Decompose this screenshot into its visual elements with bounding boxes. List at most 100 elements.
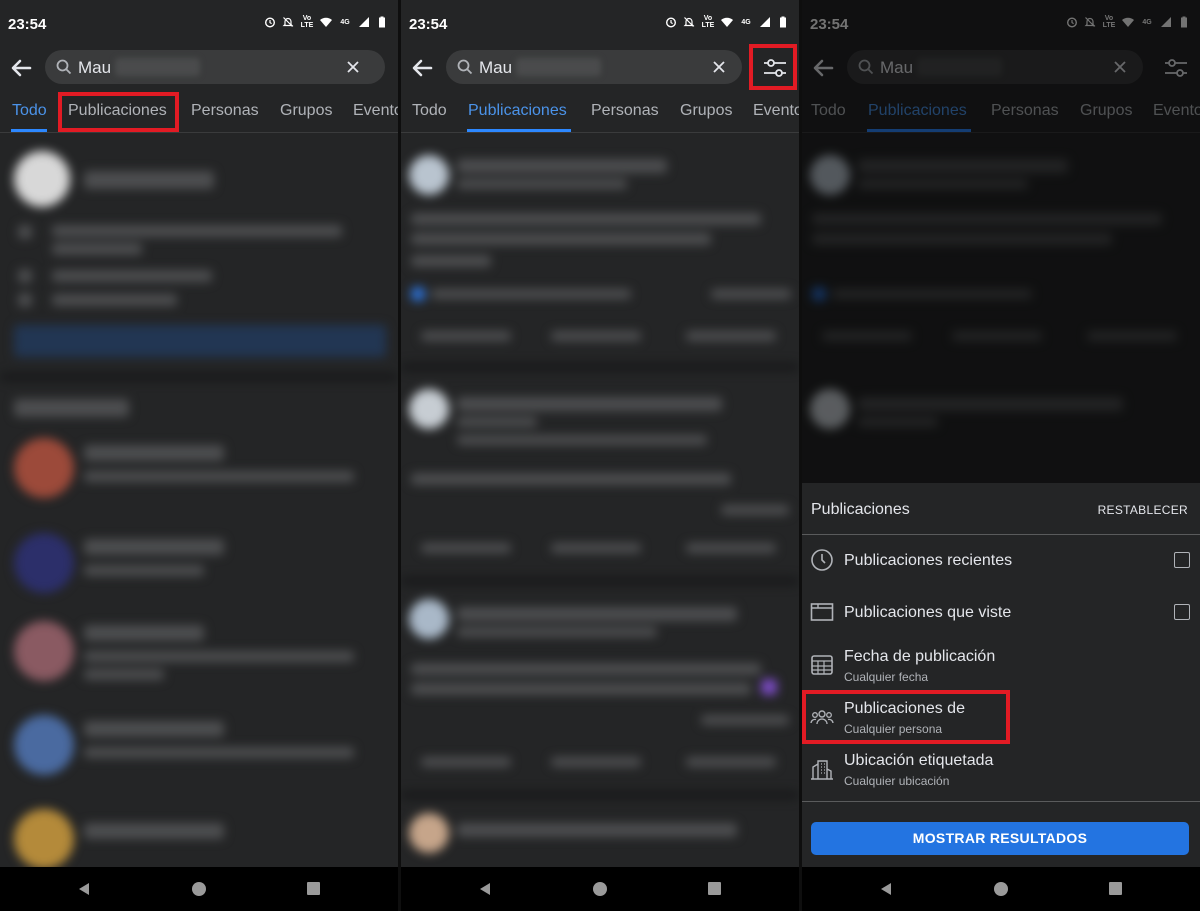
blurred-action	[686, 331, 776, 341]
tab-eventos[interactable]: Evento	[753, 102, 799, 120]
search-tabs: Todo Publicaciones Personas Grupos Event…	[401, 94, 799, 132]
sheet-scrim[interactable]	[802, 0, 1200, 483]
highlight-publicaciones-tab	[58, 92, 179, 132]
option-label: Fecha de publicación	[844, 648, 996, 665]
option-post-date[interactable]: Fecha de publicación Cualquier fecha	[802, 639, 1200, 689]
search-icon	[457, 59, 473, 75]
back-arrow-icon[interactable]	[8, 54, 36, 82]
clock-icon	[811, 549, 833, 571]
blurred-name	[84, 539, 224, 555]
tab-grupos[interactable]: Grupos	[280, 102, 332, 120]
reset-filters-button[interactable]: RESTABLECER	[1098, 503, 1188, 517]
blurred-row	[52, 225, 342, 237]
nav-back-icon[interactable]	[879, 882, 893, 896]
blurred-name	[84, 823, 224, 839]
android-nav-bar	[401, 867, 799, 911]
status-icons: Vo LTE 4G	[264, 15, 388, 29]
blurred-row	[52, 270, 212, 282]
blurred-avatar	[14, 533, 74, 593]
nav-back-icon[interactable]	[77, 882, 91, 896]
blurred-divider	[401, 577, 799, 585]
clear-search-icon[interactable]	[345, 59, 361, 75]
tab-publicaciones[interactable]: Publicaciones	[468, 102, 567, 120]
signal-type-label: 4G	[340, 18, 350, 26]
option-viewed-posts[interactable]: Publicaciones que viste	[802, 587, 1200, 637]
option-tagged-location[interactable]: Ubicación etiquetada Cualquier ubicación	[802, 743, 1200, 793]
option-sublabel: Cualquier fecha	[844, 670, 929, 684]
blurred-row	[18, 269, 32, 283]
nav-recents-icon[interactable]	[307, 882, 320, 895]
blurred-divider	[401, 791, 799, 799]
blurred-query-suffix	[516, 58, 601, 76]
clear-search-icon[interactable]	[711, 59, 727, 75]
tab-eventos[interactable]: Evento	[353, 102, 398, 120]
blurred-avatar	[409, 599, 449, 639]
sheet-title: Publicaciones	[811, 501, 910, 518]
nav-home-icon[interactable]	[192, 882, 206, 896]
highlight-filter-button	[749, 44, 797, 90]
blurred-row	[52, 294, 177, 306]
option-label: Publicaciones que viste	[844, 604, 1012, 621]
cell-signal-icon	[359, 17, 369, 27]
search-header: Mau	[0, 48, 398, 88]
search-input[interactable]: Mau	[45, 50, 385, 84]
battery-icon	[780, 16, 786, 28]
show-results-button[interactable]: MOSTRAR RESULTADOS	[811, 822, 1189, 855]
blurred-post-author	[457, 397, 722, 411]
android-nav-bar	[802, 867, 1200, 911]
blurred-reactions-count	[431, 289, 631, 299]
blurred-avatar	[14, 809, 74, 869]
profile-avatar	[14, 151, 70, 207]
blurred-divider	[0, 373, 398, 381]
blurred-action	[686, 543, 776, 553]
nav-home-icon[interactable]	[994, 882, 1008, 896]
nav-recents-icon[interactable]	[708, 882, 721, 895]
blurred-avatar	[14, 621, 74, 681]
option-sublabel: Cualquier ubicación	[844, 774, 950, 788]
screen-filter-sheet: 23:54 Vo LTE 4G Mau Todo Publicaciones P…	[802, 0, 1200, 911]
viewed-posts-checkbox[interactable]	[1174, 604, 1190, 620]
blurred-text	[84, 747, 354, 758]
blurred-post-author	[457, 823, 737, 837]
blurred-comments-count	[721, 505, 789, 515]
blurred-avatar	[409, 155, 449, 195]
blurred-post-text	[411, 473, 731, 485]
blurred-results	[401, 133, 799, 867]
blurred-name	[84, 625, 204, 641]
search-header: Mau	[401, 48, 799, 88]
nav-back-icon[interactable]	[478, 882, 492, 896]
status-bar: 23:54 Vo LTE 4G	[0, 0, 398, 48]
tab-personas[interactable]: Personas	[591, 102, 659, 120]
android-nav-bar	[0, 867, 398, 911]
alarm-icon	[665, 17, 677, 28]
recent-posts-checkbox[interactable]	[1174, 552, 1190, 568]
nav-recents-icon[interactable]	[1109, 882, 1122, 895]
tab-todo[interactable]: Todo	[12, 102, 47, 120]
blurred-row	[18, 293, 32, 307]
blurred-action	[421, 543, 511, 553]
tab-grupos[interactable]: Grupos	[680, 102, 732, 120]
option-label: Publicaciones recientes	[844, 552, 1013, 569]
blurred-post-meta	[457, 417, 537, 427]
nav-home-icon[interactable]	[593, 882, 607, 896]
blurred-comments-count	[701, 715, 789, 725]
location-building-icon	[811, 760, 833, 780]
battery-icon	[379, 16, 385, 28]
tab-todo[interactable]: Todo	[412, 102, 447, 120]
signal-type-label: 4G	[741, 18, 751, 26]
wifi-icon	[320, 17, 332, 27]
volte-label: Vo LTE	[300, 15, 314, 29]
blurred-emoji	[761, 679, 777, 695]
blurred-row	[52, 243, 142, 255]
blurred-post-author	[457, 159, 667, 173]
tab-personas[interactable]: Personas	[191, 102, 259, 120]
back-arrow-icon[interactable]	[409, 54, 437, 82]
status-time: 23:54	[409, 16, 448, 33]
blurred-section-title	[14, 399, 129, 417]
sheet-divider	[802, 801, 1200, 802]
option-recent-posts[interactable]: Publicaciones recientes	[802, 535, 1200, 585]
status-time: 23:54	[8, 16, 47, 33]
blurred-query-suffix	[115, 58, 200, 76]
blurred-avatar	[409, 389, 449, 429]
search-input[interactable]: Mau	[446, 50, 742, 84]
